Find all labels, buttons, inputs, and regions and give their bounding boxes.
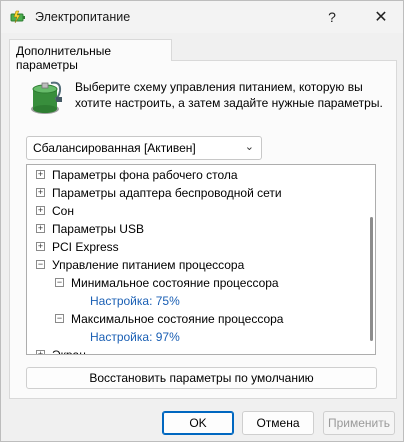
tree-item-processor-power[interactable]: − Управление питанием процессора [27,256,365,274]
expand-icon[interactable]: + [36,170,45,179]
description-text: Выберите схему управления питанием, кото… [75,80,383,110]
title-bar: Электропитание ? ✕ [1,1,403,33]
close-button[interactable]: ✕ [370,6,392,28]
expand-icon[interactable]: + [36,224,45,233]
tree-item-label: Параметры фона рабочего стола [52,168,238,182]
expand-icon[interactable]: + [36,350,45,354]
help-button[interactable]: ? [321,6,343,28]
tree-scrollbar[interactable] [366,165,375,354]
setting-value-link[interactable]: Настройка: 75% [90,292,180,310]
tree-item-wireless-adapter[interactable]: + Параметры адаптера беспроводной сети [27,184,365,202]
tree-item-pci-express[interactable]: + PCI Express [27,238,365,256]
tree-item-min-processor-state[interactable]: − Минимальное состояние процессора [27,274,365,292]
restore-defaults-button[interactable]: Восстановить параметры по умолчанию [26,367,377,389]
setting-value-link[interactable]: Настройка: 97% [90,328,180,346]
expand-icon[interactable]: + [36,206,45,215]
power-options-dialog: Электропитание ? ✕ Дополнительные параме… [0,0,404,442]
ok-button[interactable]: OK [162,411,234,435]
window-title: Электропитание [35,10,131,24]
tree-item-label: Управление питанием процессора [52,258,245,272]
collapse-icon[interactable]: − [55,314,64,323]
settings-tree[interactable]: + Параметры фона рабочего стола + Параме… [26,164,376,355]
apply-button[interactable]: Применить [323,411,395,435]
tree-item-display[interactable]: + Экран [27,346,365,355]
scroll-thumb[interactable] [370,217,373,341]
power-scheme-value: Сбалансированная [Активен] [33,141,196,155]
tree-item-usb[interactable]: + Параметры USB [27,220,365,238]
help-icon: ? [328,9,336,25]
tree-item-desktop-background[interactable]: + Параметры фона рабочего стола [27,166,365,184]
tree-item-label: Параметры адаптера беспроводной сети [52,186,282,200]
tree-item-max-processor-state[interactable]: − Максимальное состояние процессора [27,310,365,328]
expand-icon[interactable]: + [36,188,45,197]
tree-item-label: Сон [52,204,74,218]
chevron-down-icon: ⌄ [244,141,254,153]
power-plan-icon [10,10,25,24]
tree-item-label: Минимальное состояние процессора [71,276,279,290]
collapse-icon[interactable]: − [36,260,45,269]
tree-item-label: Параметры USB [52,222,144,236]
cancel-button[interactable]: Отмена [242,411,314,435]
tree-item-label: Экран [52,348,86,355]
tree-item-min-setting[interactable]: Настройка: 75% [27,292,365,310]
battery-icon [31,81,62,114]
expand-icon[interactable]: + [36,242,45,251]
tree-item-max-setting[interactable]: Настройка: 97% [27,328,365,346]
power-scheme-select[interactable]: Сбалансированная [Активен] ⌄ [26,136,262,160]
tab-advanced-settings[interactable]: Дополнительные параметры [9,39,172,72]
collapse-icon[interactable]: − [55,278,64,287]
tree-item-sleep[interactable]: + Сон [27,202,365,220]
tree-item-label: PCI Express [52,240,119,254]
close-icon: ✕ [374,9,388,26]
tree-item-label: Максимальное состояние процессора [71,312,284,326]
